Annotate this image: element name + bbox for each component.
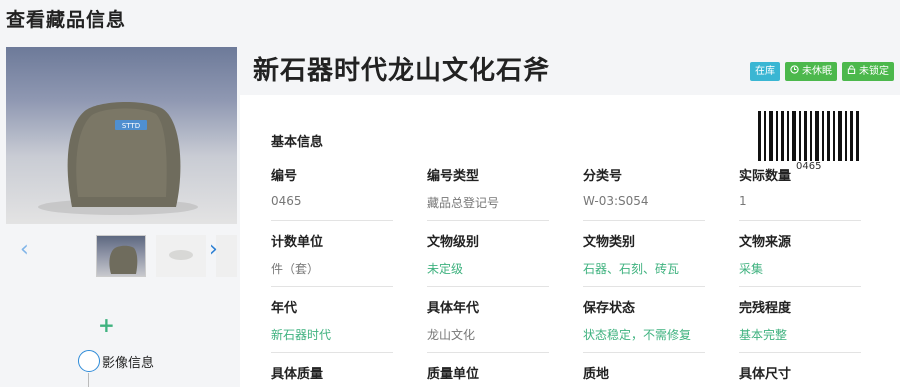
field-number: 编号 0465	[271, 165, 393, 221]
page-title: 查看藏品信息	[6, 9, 127, 31]
field-label: 文物来源	[739, 235, 792, 250]
field-value[interactable]: 新石器时代	[271, 326, 393, 353]
field-specific-mass: 具体质量	[271, 363, 393, 382]
badge-label: 在库	[755, 66, 775, 77]
field-mass-unit: 质量单位	[427, 363, 549, 382]
field-value: 1	[739, 194, 861, 221]
clock-icon	[790, 65, 799, 78]
field-classification: 分类号 W-03:S054	[583, 165, 705, 221]
status-badge-in-stock: 在库	[750, 62, 780, 81]
field-value: 藏品总登记号	[427, 194, 549, 221]
image-info-node[interactable]: 影像信息	[78, 350, 154, 372]
field-label: 实际数量	[739, 169, 792, 184]
field-value: 件（套）	[271, 260, 393, 287]
field-actual-quantity: 实际数量 1	[739, 165, 861, 221]
thumbnail-1[interactable]	[96, 235, 146, 277]
field-preservation-state: 保存状态 状态稳定，不需修复	[583, 297, 705, 353]
image-info-label: 影像信息	[102, 355, 155, 371]
field-value[interactable]: 基本完整	[739, 326, 861, 353]
field-specific-era: 具体年代 龙山文化	[427, 297, 549, 353]
field-label: 保存状态	[583, 301, 636, 316]
field-value: 龙山文化	[427, 326, 549, 353]
field-label: 具体质量	[271, 367, 324, 382]
plus-icon[interactable]: +	[98, 313, 115, 337]
timeline-circle-icon	[78, 350, 100, 372]
field-label: 质地	[583, 367, 610, 382]
chevron-left-icon[interactable]: ‹	[20, 239, 29, 261]
thumbnail-3[interactable]	[216, 235, 237, 277]
field-value: W-03:S054	[583, 194, 705, 221]
field-value[interactable]: 石器、石刻、砖瓦	[583, 260, 705, 287]
field-label: 分类号	[583, 169, 623, 184]
field-label: 具体年代	[427, 301, 480, 316]
field-count-unit: 计数单位 件（套）	[271, 231, 393, 287]
thumbnail-strip: ‹ ›	[6, 231, 237, 277]
lock-icon	[847, 65, 856, 78]
status-badges: 在库 未休眠 未锁定	[750, 62, 894, 81]
field-value: 0465	[271, 194, 393, 221]
field-value[interactable]: 采集	[739, 260, 861, 287]
barcode-image	[758, 111, 859, 161]
field-completeness: 完残程度 基本完整	[739, 297, 861, 353]
info-panel: 基本信息 0465 编号 0465 编号类型 藏品总登记号 分类号 W-03:S…	[240, 95, 900, 387]
field-label: 完残程度	[739, 301, 792, 316]
field-label: 编号	[271, 169, 298, 184]
field-value[interactable]: 状态稳定，不需修复	[583, 326, 705, 353]
thumbnail-2[interactable]	[156, 235, 206, 277]
timeline-line	[88, 373, 89, 387]
chevron-right-icon[interactable]: ›	[209, 239, 218, 261]
field-era: 年代 新石器时代	[271, 297, 393, 353]
field-label: 编号类型	[427, 169, 480, 184]
status-badge-not-locked: 未锁定	[842, 62, 894, 81]
field-label: 质量单位	[427, 367, 480, 382]
badge-label: 未锁定	[859, 66, 889, 77]
object-title: 新石器时代龙山文化石斧	[253, 56, 551, 86]
field-label: 计数单位	[271, 235, 324, 250]
badge-label: 未休眠	[802, 66, 832, 77]
field-label: 年代	[271, 301, 298, 316]
main-artifact-image[interactable]: STTD	[6, 47, 237, 224]
field-relic-category: 文物类别 石器、石刻、砖瓦	[583, 231, 705, 287]
status-badge-not-dormant: 未休眠	[785, 62, 837, 81]
field-relic-grade: 文物级别 未定级	[427, 231, 549, 287]
field-label: 文物级别	[427, 235, 480, 250]
field-texture: 质地	[583, 363, 705, 382]
field-number-type: 编号类型 藏品总登记号	[427, 165, 549, 221]
field-specific-size: 具体尺寸	[739, 363, 861, 382]
field-value[interactable]: 未定级	[427, 260, 549, 287]
artifact-label-tag: STTD	[122, 122, 140, 130]
field-label: 具体尺寸	[739, 367, 792, 382]
field-relic-source: 文物来源 采集	[739, 231, 861, 287]
field-label: 文物类别	[583, 235, 636, 250]
section-title: 基本信息	[271, 135, 324, 150]
